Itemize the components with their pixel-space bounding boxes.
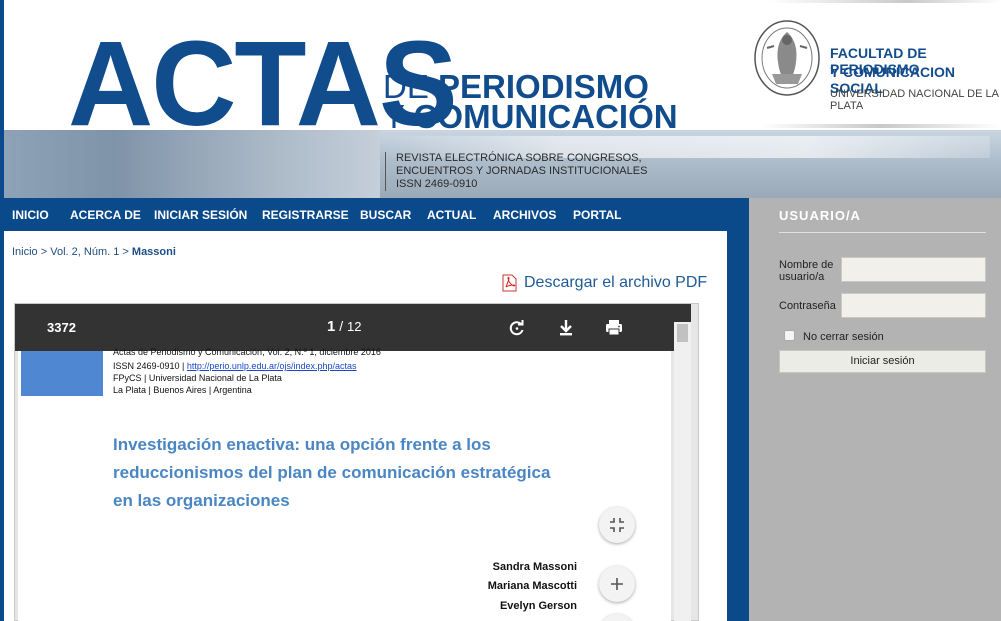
logo-text-part: Y	[383, 98, 414, 135]
nav-buscar[interactable]: BUSCAR	[360, 208, 411, 222]
breadcrumb-separator: >	[40, 246, 48, 258]
password-field[interactable]	[841, 293, 986, 318]
page-header-accent	[21, 351, 103, 396]
breadcrumb-current[interactable]: Massoni	[132, 246, 176, 258]
rotate-icon[interactable]	[507, 318, 527, 338]
password-label: Contraseña	[779, 300, 836, 312]
nav-archivos[interactable]: ARCHIVOS	[493, 208, 556, 222]
issn-text: ISSN 2469-0910 |	[113, 361, 187, 371]
journal-issn: ISSN 2469-0910 | http://perio.unlp.edu.a…	[113, 361, 357, 372]
download-pdf-label[interactable]: Descargar el archivo PDF	[524, 274, 707, 292]
article-title-line: Investigación enactiva: una opción frent…	[113, 435, 491, 454]
journal-location: La Plata | Buenos Aires | Argentina	[113, 385, 252, 395]
journal-tagline: REVISTA ELECTRÓNICA SOBRE CONGRESOS, ENC…	[385, 152, 647, 191]
article-title-line: reduccionismos del plan de comunicación …	[113, 463, 551, 482]
username-field[interactable]	[841, 257, 986, 282]
pdf-icon	[502, 274, 517, 292]
breadcrumb-issue[interactable]: Vol. 2, Núm. 1	[50, 246, 119, 258]
tagline-line: ISSN 2469-0910	[396, 178, 478, 190]
fit-page-button[interactable]	[599, 507, 635, 543]
frame-edge	[0, 0, 4, 198]
username-label: Nombre de usuario/a	[779, 259, 833, 283]
remember-me-checkbox[interactable]	[784, 330, 795, 341]
sidebar-title: USUARIO/A	[779, 208, 861, 223]
nav-actual[interactable]: ACTUAL	[427, 208, 476, 222]
journal-url-link[interactable]: http://perio.unlp.edu.ar/ojs/index.php/a…	[187, 361, 357, 371]
frame-edge	[727, 231, 749, 621]
university-seal-icon	[754, 20, 820, 96]
logo-text-part: COMUNICACIÓN	[413, 98, 678, 135]
pdf-page-indicator: 1 / 12	[327, 318, 361, 335]
collapse-icon	[610, 518, 624, 532]
username-label-line: usuario/a	[779, 271, 825, 283]
sidebar-divider	[779, 232, 986, 233]
article-author: Sandra Massoni	[492, 561, 577, 573]
site-header: ACTAS DE PERIODISMO Y COMUNICACIÓN REVIS…	[0, 0, 1001, 198]
nav-portal[interactable]: PORTAL	[573, 208, 621, 222]
frame-edge	[0, 198, 4, 621]
nav-iniciar-sesion[interactable]: INICIAR SESIÓN	[154, 208, 247, 222]
pdf-scrollbar[interactable]	[674, 322, 691, 621]
login-button[interactable]: Iniciar sesión	[779, 350, 986, 373]
download-pdf-link[interactable]: Descargar el archivo PDF	[500, 274, 707, 292]
pdf-total-pages: 12	[347, 319, 362, 334]
zoom-in-icon	[611, 578, 623, 590]
journal-publisher: FPyCS | Universidad Nacional de La Plata	[113, 373, 282, 383]
pdf-page-separator: /	[339, 318, 344, 334]
nav-inicio[interactable]: INICIO	[12, 208, 49, 222]
username-label-line: Nombre de	[779, 259, 834, 271]
remember-me-label: No cerrar sesión	[803, 331, 884, 343]
article-author: Evelyn Gerson	[499, 600, 577, 612]
article-title-line: en las organizaciones	[113, 491, 290, 510]
header-decor-line	[760, 124, 1001, 128]
pdf-current-page[interactable]: 1	[327, 318, 335, 335]
nav-registrarse[interactable]: REGISTRARSE	[262, 208, 349, 222]
breadcrumb: Inicio > Vol. 2, Núm. 1 > Massoni	[12, 246, 176, 258]
nav-acerca-de[interactable]: ACERCA DE	[70, 208, 141, 222]
tagline-line: ENCUENTROS Y JORNADAS INSTITUCIONALES	[396, 165, 648, 177]
article-author: Mariana Mascotti	[487, 580, 577, 592]
breadcrumb-separator: >	[122, 246, 129, 258]
print-icon[interactable]	[604, 318, 624, 338]
breadcrumb-home[interactable]: Inicio	[12, 246, 38, 258]
zoom-in-button[interactable]	[599, 566, 635, 602]
university-name: UNIVERSIDAD NACIONAL DE LA PLATA	[830, 88, 999, 112]
pdf-document-title: 3372	[47, 320, 76, 335]
download-icon[interactable]	[556, 318, 576, 338]
journal-logo-subtitle-2: Y COMUNICACIÓN	[383, 100, 678, 134]
tagline-line: REVISTA ELECTRÓNICA SOBRE CONGRESOS,	[396, 152, 642, 164]
journal-citation: Actas de Periodismo y Comunicación, Vol.…	[113, 347, 381, 357]
pdf-scrollbar-thumb[interactable]	[677, 324, 688, 342]
header-decor-line	[770, 0, 1001, 3]
